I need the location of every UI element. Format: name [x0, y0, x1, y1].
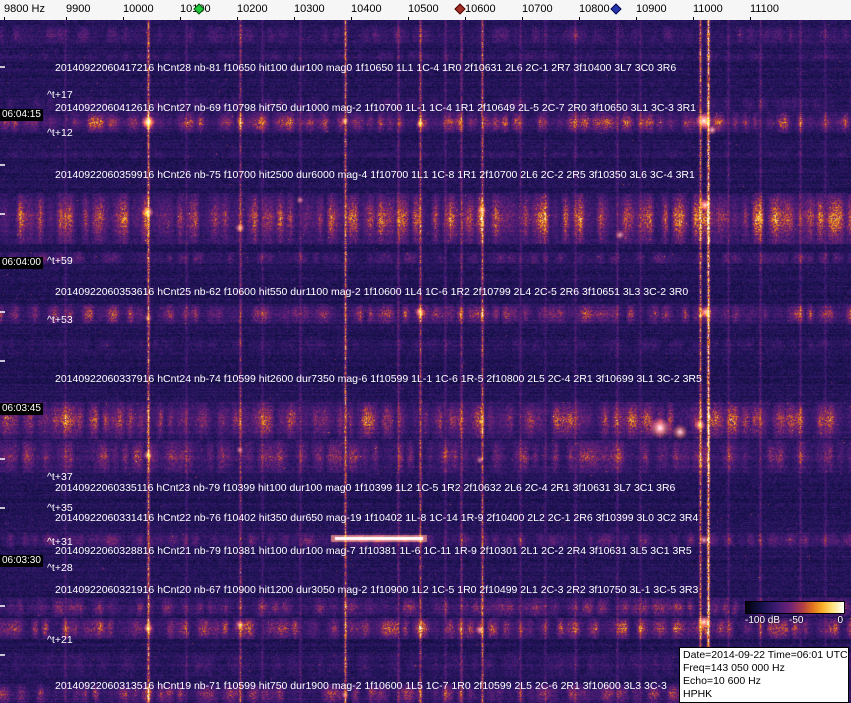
freq-tick-mark — [636, 17, 637, 20]
freq-tick-label: 10600 — [465, 3, 496, 15]
colorbar-gradient — [745, 601, 845, 614]
colorbar-mid-label: -50 — [789, 615, 804, 626]
freq-tick-mark — [522, 17, 523, 20]
freq-tick-label: 10200 — [237, 3, 268, 15]
info-station-line: HPHK — [683, 688, 713, 700]
freq-tick-label: 9900 — [66, 3, 91, 15]
time-tick-mark — [0, 654, 5, 656]
time-tick-mark — [0, 66, 5, 68]
freq-tick-label: 11000 — [693, 3, 723, 15]
time-offset-label: ^t+53 — [47, 314, 73, 326]
freq-tick-label: 10900 — [636, 3, 667, 15]
time-offset-label: ^t+59 — [47, 255, 73, 267]
info-box: Date=2014-09-22 Time=06:01 UTC Freq=143 … — [679, 647, 849, 703]
info-freq-line: Freq=143 050 000 Hz — [683, 662, 785, 674]
freq-tick-mark — [579, 17, 580, 20]
detection-log-line: 20140922060359916 hCnt26 nb-75 f10700 hi… — [55, 169, 695, 181]
freq-tick-mark — [237, 17, 238, 20]
time-offset-label: ^t+17 — [47, 89, 73, 101]
freq-tick-mark — [180, 17, 181, 20]
freq-tick-label: 10800 — [579, 3, 610, 15]
detection-log-line: 20140922060337916 hCnt24 nb-74 f10599 hi… — [55, 373, 702, 385]
frequency-axis: 9800 Hz990010000101001020010300104001050… — [0, 0, 851, 20]
time-offset-label: ^t+31 — [47, 536, 73, 548]
time-offset-label: ^t+21 — [47, 634, 73, 646]
info-date-line: Date=2014-09-22 Time=06:01 UTC — [683, 649, 848, 661]
info-echo-line: Echo=10 600 Hz — [683, 675, 761, 687]
time-axis-label: 06:03:45 — [0, 403, 43, 415]
time-tick-mark — [0, 311, 5, 313]
freq-tick-mark — [693, 17, 694, 20]
freq-tick-mark — [465, 17, 466, 20]
freq-tick-label: 10000 — [123, 3, 154, 15]
detection-log-line: 20140922060353616 hCnt25 nb-62 f10600 hi… — [55, 286, 689, 298]
time-axis-label: 06:03:30 — [0, 555, 43, 567]
freq-tick-label: 10300 — [294, 3, 325, 15]
blue-frequency-marker-icon[interactable] — [610, 3, 622, 15]
freq-tick-mark — [4, 17, 5, 20]
time-tick-mark — [0, 458, 5, 460]
colorbar-labels: -100 dB -50 0 — [745, 615, 845, 627]
time-offset-label: ^t+37 — [47, 471, 73, 483]
detection-log-line: 20140922060313516 hCnt19 nb-71 f10599 hi… — [55, 680, 667, 692]
meteor-echo-spectrogram-window: 9800 Hz990010000101001020010300104001050… — [0, 0, 851, 703]
freq-tick-label: 10400 — [351, 3, 382, 15]
time-tick-mark — [0, 605, 5, 607]
detection-log-line: 20140922060328816 hCnt21 nb-79 f10381 hi… — [55, 545, 692, 557]
freq-tick-mark — [123, 17, 124, 20]
time-offset-label: ^t+35 — [47, 502, 73, 514]
time-tick-mark — [0, 164, 5, 166]
colorbar-max-label: 0 — [837, 615, 843, 626]
time-offset-label: ^t+12 — [47, 127, 73, 139]
detection-log-line: 20140922060331416 hCnt22 nb-76 f10402 hi… — [55, 512, 699, 524]
freq-tick-mark — [294, 17, 295, 20]
time-axis-label: 06:04:15 — [0, 109, 43, 121]
time-tick-mark — [0, 507, 5, 509]
freq-tick-mark — [351, 17, 352, 20]
freq-tick-label: 10500 — [408, 3, 439, 15]
freq-tick-label: 9800 Hz — [4, 3, 45, 15]
time-tick-mark — [0, 360, 5, 362]
detection-log-line: 20140922060412616 hCnt27 nb-69 f10798 hi… — [55, 102, 696, 114]
detection-log-line: 20140922060321916 hCnt20 nb-67 f10900 hi… — [55, 584, 699, 596]
freq-tick-mark — [408, 17, 409, 20]
time-axis-label: 06:04:00 — [0, 257, 43, 269]
freq-tick-label: 10700 — [522, 3, 553, 15]
freq-tick-mark — [750, 17, 751, 20]
freq-tick-mark — [66, 17, 67, 20]
time-offset-label: ^t+28 — [47, 562, 73, 574]
colorbar: -100 dB -50 0 — [745, 601, 845, 627]
detection-log-line: 20140922060335116 hCnt23 nb-79 f10399 hi… — [55, 482, 676, 494]
time-tick-mark — [0, 213, 5, 215]
red-frequency-marker-icon[interactable] — [454, 3, 466, 15]
overlay-layer: 20140922060417216 hCnt28 nb-81 f10650 hi… — [0, 0, 851, 703]
freq-tick-label: 11100 — [750, 3, 779, 15]
detection-log-line: 20140922060417216 hCnt28 nb-81 f10650 hi… — [55, 62, 677, 74]
colorbar-min-label: -100 dB — [745, 615, 781, 626]
